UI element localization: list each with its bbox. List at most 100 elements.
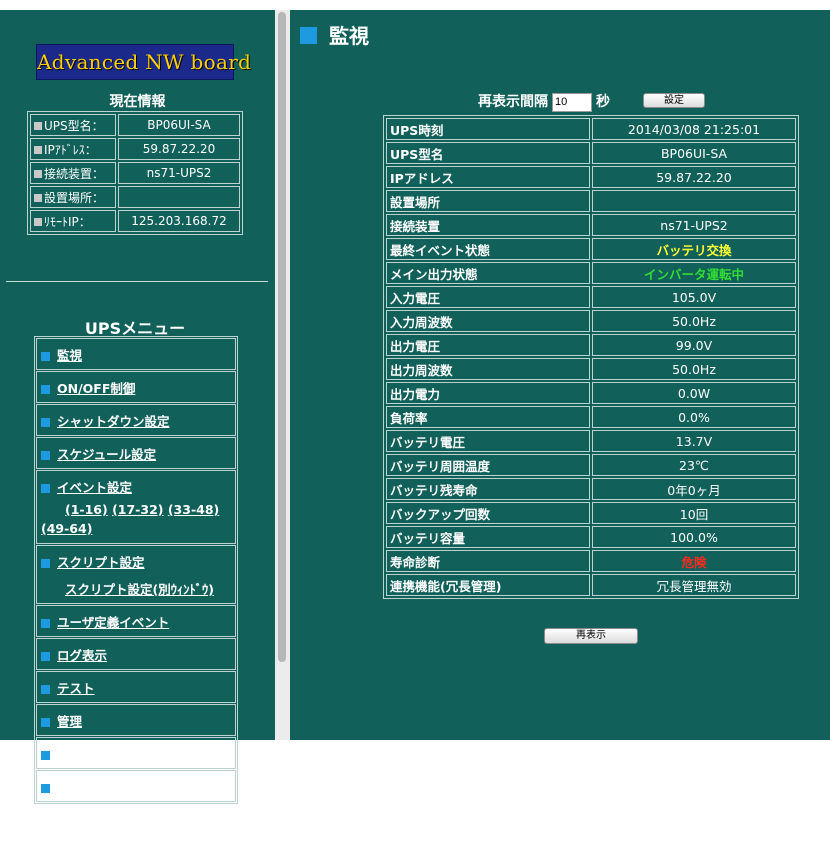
- status-row: 寿命診断 危険: [386, 550, 796, 572]
- menu-item-host: ホスト監視/WOL: [36, 737, 236, 769]
- info-row: 接続装置： ns71-UPS2: [30, 162, 240, 184]
- status-label: 負荷率: [386, 406, 590, 428]
- status-row: 出力周波数 50.0Hz: [386, 358, 796, 380]
- menu-link-admin[interactable]: 管理: [57, 714, 82, 729]
- bullet-square-icon: [41, 751, 50, 760]
- ups-menu: 監視 ON/OFF制御 シャットダウン設定 スケジュール設定 イベント設定 (1…: [34, 336, 238, 804]
- status-value: 50.0Hz: [592, 310, 796, 332]
- status-label: 寿命診断: [386, 550, 590, 572]
- status-value: 危険: [592, 550, 796, 572]
- refresh-interval-row: 再表示間隔 秒: [478, 91, 610, 112]
- status-value: 冗長管理無効: [592, 574, 796, 596]
- left-frame-scrollbar[interactable]: [278, 12, 286, 662]
- interval-input[interactable]: [552, 92, 592, 112]
- status-label: メイン出力状態: [386, 262, 590, 284]
- menu-link-script[interactable]: スクリプト設定: [57, 555, 145, 570]
- sidebar-divider: [6, 281, 268, 282]
- status-value: ns71-UPS2: [592, 214, 796, 236]
- menu-link-log[interactable]: ログ表示: [57, 648, 107, 663]
- menu-link-link[interactable]: 連携機能: [57, 780, 107, 795]
- status-row: バックアップ回数 10回: [386, 502, 796, 524]
- status-row: バッテリ周囲温度 23℃: [386, 454, 796, 476]
- info-row: 設置場所：: [30, 186, 240, 208]
- event-range-links: (1-16) (17-32) (33-48) (49-64): [41, 500, 231, 538]
- status-row: 出力電圧 99.0V: [386, 334, 796, 356]
- status-label: UPS時刻: [386, 118, 590, 140]
- status-value: 100.0%: [592, 526, 796, 548]
- status-row: 出力電力 0.0W: [386, 382, 796, 404]
- menu-link-onoff[interactable]: ON/OFF制御: [57, 381, 135, 396]
- info-label: 設置場所：: [44, 190, 105, 205]
- menu-link-schedule[interactable]: スケジュール設定: [57, 447, 156, 462]
- bullet-square-icon: [41, 685, 50, 694]
- menu-item-shutdown: シャットダウン設定: [36, 404, 236, 436]
- status-row: バッテリ電圧 13.7V: [386, 430, 796, 452]
- menu-link-monitor[interactable]: 監視: [57, 348, 82, 363]
- menu-item-user-event: ユーザ定義イベント: [36, 605, 236, 637]
- bullet-square-icon: [41, 718, 50, 727]
- set-interval-button[interactable]: 設定: [643, 93, 705, 108]
- status-row: 負荷率 0.0%: [386, 406, 796, 428]
- status-value: 59.87.22.20: [592, 166, 796, 188]
- logo: Advanced NW board: [36, 44, 251, 80]
- current-info-table: UPS型名： BP06UI-SA IPｱﾄﾞﾚｽ： 59.87.22.20 接続…: [27, 111, 243, 235]
- status-value: 23℃: [592, 454, 796, 476]
- status-row: バッテリ残寿命 0年0ヶ月: [386, 478, 796, 500]
- status-label: 接続装置: [386, 214, 590, 236]
- status-row: 設置場所: [386, 190, 796, 212]
- menu-link-shutdown[interactable]: シャットダウン設定: [57, 414, 170, 429]
- info-label: 接続装置：: [44, 166, 105, 181]
- bullet-square-icon: [34, 121, 42, 130]
- bullet-square-icon: [41, 652, 50, 661]
- status-value: 0.0%: [592, 406, 796, 428]
- interval-unit: 秒: [596, 94, 610, 110]
- status-value: 10回: [592, 502, 796, 524]
- menu-item-monitor: 監視: [36, 338, 236, 370]
- status-row: メイン出力状態 インバータ運転中: [386, 262, 796, 284]
- event-range-link-17-32[interactable]: (17-32): [112, 502, 163, 517]
- menu-item-event: イベント設定 (1-16) (17-32) (33-48) (49-64): [36, 470, 236, 544]
- interval-label: 再表示間隔: [478, 94, 548, 110]
- menu-item-script: スクリプト設定 スクリプト設定(別ｳｨﾝﾄﾞｳ): [36, 545, 236, 604]
- info-value: 59.87.22.20: [118, 138, 240, 160]
- status-label: バッテリ残寿命: [386, 478, 590, 500]
- menu-link-script-window[interactable]: スクリプト設定(別ｳｨﾝﾄﾞｳ): [41, 579, 231, 598]
- bullet-square-icon: [41, 451, 50, 460]
- status-label: バッテリ電圧: [386, 430, 590, 452]
- status-label: 出力周波数: [386, 358, 590, 380]
- menu-link-user-event[interactable]: ユーザ定義イベント: [57, 615, 169, 630]
- status-row: 最終イベント状態 バッテリ交換: [386, 238, 796, 260]
- status-row: 入力電圧 105.0V: [386, 286, 796, 308]
- status-row: UPS型名 BP06UI-SA: [386, 142, 796, 164]
- bullet-square-icon: [41, 352, 50, 361]
- page-title-text: 監視: [329, 24, 369, 48]
- info-value: ns71-UPS2: [118, 162, 240, 184]
- event-range-link-33-48[interactable]: (33-48): [168, 502, 219, 517]
- info-row: UPS型名： BP06UI-SA: [30, 114, 240, 136]
- status-label: 出力電力: [386, 382, 590, 404]
- status-label: 入力電圧: [386, 286, 590, 308]
- bullet-square-icon: [34, 169, 42, 178]
- event-range-link-49-64[interactable]: (49-64): [41, 521, 92, 536]
- bullet-square-icon: [34, 145, 42, 154]
- info-label: IPｱﾄﾞﾚｽ：: [44, 142, 97, 157]
- info-value: BP06UI-SA: [118, 114, 240, 136]
- menu-link-event[interactable]: イベント設定: [57, 480, 132, 495]
- status-row: 接続装置 ns71-UPS2: [386, 214, 796, 236]
- info-value: 125.203.168.72: [118, 210, 240, 232]
- reload-button[interactable]: 再表示: [544, 628, 638, 644]
- event-range-link-1-16[interactable]: (1-16): [65, 502, 108, 517]
- status-value: [592, 190, 796, 212]
- status-label: 入力周波数: [386, 310, 590, 332]
- menu-item-link: 連携機能: [36, 770, 236, 802]
- menu-item-onoff: ON/OFF制御: [36, 371, 236, 403]
- bullet-square-icon: [34, 193, 42, 202]
- status-label: バックアップ回数: [386, 502, 590, 524]
- current-info-title: 現在情報: [109, 94, 166, 110]
- bullet-square-icon: [41, 619, 50, 628]
- bullet-square-icon: [41, 418, 50, 427]
- menu-link-host[interactable]: ホスト監視/WOL: [57, 747, 156, 762]
- title-square-icon: [300, 27, 317, 44]
- menu-link-test[interactable]: テスト: [57, 681, 95, 696]
- status-value: 2014/03/08 21:25:01: [592, 118, 796, 140]
